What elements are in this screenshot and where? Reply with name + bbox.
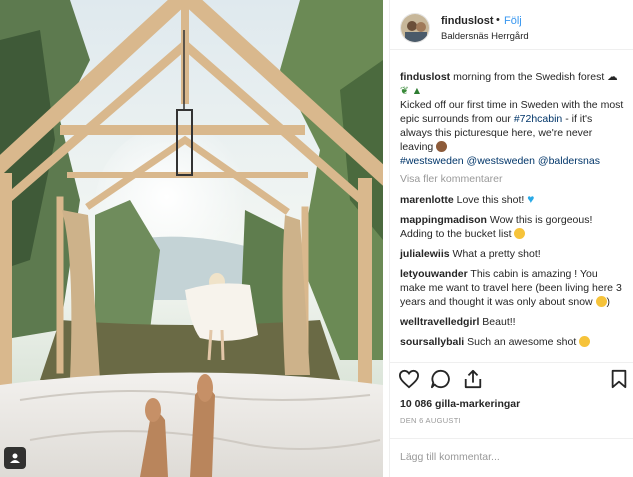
view-more-comments-button[interactable]: Visa fler kommentarer xyxy=(400,172,626,186)
comment-username[interactable]: welltravelledgirl xyxy=(400,316,479,328)
heart-eyes-icon xyxy=(579,336,591,347)
post-date: DEN 6 AUGUSTI xyxy=(400,416,461,425)
bookmark-icon[interactable] xyxy=(610,369,628,392)
heart-icon[interactable] xyxy=(398,369,420,392)
hugging-face-icon xyxy=(514,228,526,239)
comment-item: letyouwander This cabin is amazing ! You… xyxy=(400,267,626,309)
add-comment-input[interactable] xyxy=(400,448,620,466)
cabin-photo-illustration xyxy=(0,0,383,477)
comment-username[interactable]: julialewiis xyxy=(400,248,450,260)
cloud-icon: ☁ xyxy=(607,71,618,83)
comment-username[interactable]: marenlotte xyxy=(400,194,454,206)
tree-icon: ▲ xyxy=(411,85,423,97)
comment-text: What a pretty shot! xyxy=(452,248,541,260)
comments-list: finduslost morning from the Swedish fore… xyxy=(400,70,626,355)
monkey-icon xyxy=(436,141,448,152)
post-side-panel: finduslost • Följ Baldersnäs Herrgård fi… xyxy=(389,0,633,477)
comment-item: soursallybali Such an awesome shot xyxy=(400,335,626,349)
mention-baldersnas[interactable]: @baldersnas xyxy=(538,155,600,167)
comment-item: marenlotte Love this shot! ♥ xyxy=(400,192,626,207)
leaf-icon: ❦ xyxy=(400,85,409,97)
comment-item: julialewiis What a pretty shot! xyxy=(400,247,626,261)
post-photo[interactable] xyxy=(0,0,383,477)
comment-item: welltravelledgirl Beaut!! xyxy=(400,315,626,329)
comment-username[interactable]: mappingmadison xyxy=(400,214,487,226)
comment-icon[interactable] xyxy=(430,369,452,392)
comment-text-suffix: ) xyxy=(606,296,611,308)
follow-button[interactable]: Följ xyxy=(504,15,522,27)
post-username[interactable]: finduslost xyxy=(441,15,494,27)
user-tag-icon[interactable] xyxy=(4,447,26,469)
caption-line1: morning from the Swedish forest xyxy=(453,71,605,83)
post-location[interactable]: Baldersnäs Herrgård xyxy=(441,31,529,42)
comment-text: Love this shot! xyxy=(456,194,525,206)
separator-dot: • xyxy=(496,14,500,26)
like-count[interactable]: 10 086 gilla-markeringar xyxy=(400,398,520,410)
comment-text: Such an awesome shot xyxy=(467,336,577,348)
hashtag-westsweden[interactable]: #westsweden xyxy=(400,155,464,167)
tongue-face-icon xyxy=(595,296,607,307)
caption-username[interactable]: finduslost xyxy=(400,71,450,83)
comment-username[interactable]: letyouwander xyxy=(400,268,468,280)
caption: finduslost morning from the Swedish fore… xyxy=(400,70,626,168)
share-icon[interactable] xyxy=(462,369,484,392)
comment-username[interactable]: soursallybali xyxy=(400,336,464,348)
post-header: finduslost • Följ Baldersnäs Herrgård xyxy=(390,0,633,50)
hashtag-72hcabin[interactable]: #72hcabin xyxy=(514,113,562,125)
comment-text: Beaut!! xyxy=(482,316,516,328)
add-comment-bar xyxy=(390,438,633,477)
blue-heart-icon: ♥ xyxy=(527,192,535,206)
mention-westsweden[interactable]: @westsweden xyxy=(467,155,535,167)
avatar[interactable] xyxy=(400,13,430,43)
comment-item: mappingmadison Wow this is gorgeous! Add… xyxy=(400,213,626,241)
